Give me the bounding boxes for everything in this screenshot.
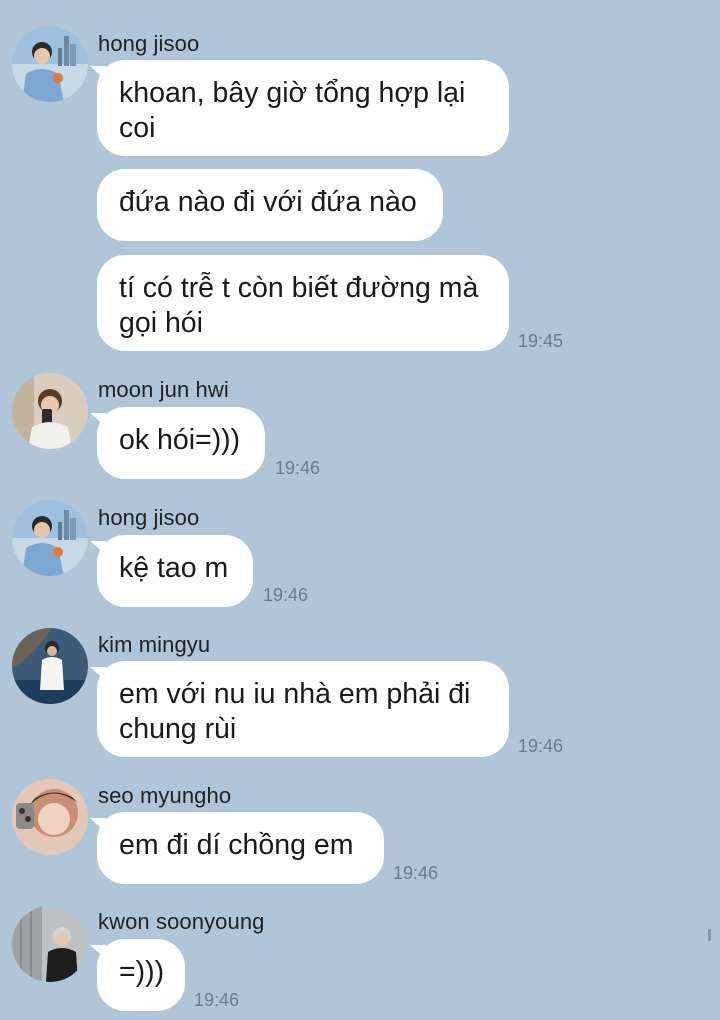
sender-name: hong jisoo <box>98 505 200 530</box>
message-bubble[interactable]: khoan, bây giờ tổng hợp lại coi <box>90 60 509 156</box>
message-bubble[interactable]: em đi dí chồng em <box>90 812 384 884</box>
sender-name: moon jun hwi <box>98 377 229 402</box>
avatar[interactable] <box>12 906 88 982</box>
message-text: kệ tao m <box>119 552 229 584</box>
message-text: tí có trễ t còn biết đường mà gọi hói <box>119 272 479 339</box>
message-timestamp: 19:46 <box>263 585 309 605</box>
sender-name: kwon soonyoung <box>98 909 265 934</box>
message-bubble[interactable]: ok hói=))) <box>90 407 265 479</box>
message-timestamp: 19:46 <box>194 990 240 1010</box>
message-bubble[interactable]: em với nu iu nhà em phải đi chung rùi <box>90 661 509 757</box>
message-timestamp: 19:46 <box>518 736 564 756</box>
message-text: em với nu iu nhà em phải đi chung rùi <box>119 678 471 745</box>
message-text: em đi dí chồng em <box>119 829 354 861</box>
avatar[interactable] <box>12 628 88 704</box>
message-text: ok hói=))) <box>119 424 241 456</box>
message-timestamp: 19:46 <box>393 863 439 883</box>
message-timestamp: 19:45 <box>518 331 564 351</box>
sender-name: kim mingyu <box>98 632 211 657</box>
message-bubble[interactable]: =))) <box>90 939 185 1011</box>
avatar[interactable] <box>12 779 88 855</box>
message-bubble[interactable]: tí có trễ t còn biết đường mà gọi hói <box>97 255 509 351</box>
message-bubble[interactable]: kệ tao m <box>90 535 253 607</box>
message-text: khoan, bây giờ tổng hợp lại coi <box>119 77 466 144</box>
sender-name: seo myungho <box>98 783 232 808</box>
message-text: =))) <box>119 956 165 988</box>
avatar[interactable] <box>12 373 88 449</box>
scrollbar-indicator[interactable] <box>708 929 711 941</box>
sender-name: hong jisoo <box>98 31 200 56</box>
avatar[interactable] <box>12 26 88 102</box>
message-bubble[interactable]: đứa nào đi với đứa nào <box>97 169 443 241</box>
avatar[interactable] <box>12 500 88 576</box>
message-text: đứa nào đi với đứa nào <box>119 186 417 218</box>
message-timestamp: 19:46 <box>275 458 321 478</box>
